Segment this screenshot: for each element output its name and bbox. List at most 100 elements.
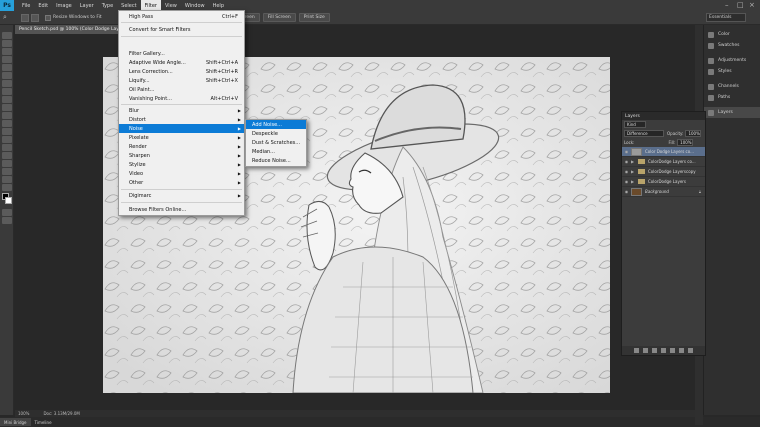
visibility-eye-icon[interactable]: ◉ [622, 149, 631, 154]
visibility-eye-icon[interactable]: ◉ [622, 159, 631, 164]
menu-file[interactable]: File [18, 0, 34, 11]
move-tool-icon[interactable] [2, 32, 12, 39]
expand-arrow-icon[interactable]: ▶ [631, 169, 638, 174]
menu-image[interactable]: Image [52, 0, 76, 11]
eyedropper-tool-icon[interactable] [2, 72, 12, 79]
adjustment-layer-icon[interactable] [661, 348, 666, 353]
menu-item-sharpen[interactable]: Sharpen ▶ [119, 151, 244, 160]
menu-item-browse-filters-online[interactable]: Browse Filters Online... [119, 205, 244, 214]
panel-adjustments[interactable]: Adjustments [704, 55, 760, 66]
kind-filter-select[interactable]: Kind [624, 121, 646, 128]
panel-styles[interactable]: Styles [704, 66, 760, 77]
dodge-tool-icon[interactable] [2, 136, 12, 143]
pen-tool-icon[interactable] [2, 144, 12, 151]
document-tab[interactable]: Pencil Sketch.psd @ 100% (Color Dodge La… [15, 25, 125, 34]
blur-tool-icon[interactable] [2, 128, 12, 135]
menu-item-convert-smart-filters[interactable]: Convert for Smart Filters [119, 25, 244, 34]
panel-channels[interactable]: Channels [704, 81, 760, 92]
layer-group-row[interactable]: ◉ ▶ ColorDodge Layerscopy [622, 167, 705, 177]
panel-paths[interactable]: Paths [704, 92, 760, 103]
zoom-out-icon[interactable] [31, 13, 39, 22]
quick-select-tool-icon[interactable] [2, 56, 12, 63]
menu-item-oil-paint[interactable]: Oil Paint... [119, 85, 244, 94]
marquee-tool-icon[interactable] [2, 40, 12, 47]
menu-item-add-noise[interactable]: Add Noise... [246, 120, 306, 129]
zoom-tool-icon[interactable] [2, 184, 12, 191]
menu-item-adaptive-wide-angle[interactable]: Adaptive Wide Angle... Shift+Ctrl+A [119, 58, 244, 67]
hand-tool-icon[interactable] [2, 176, 12, 183]
fill-screen-button[interactable]: Fill Screen [262, 13, 296, 22]
layer-style-icon[interactable] [643, 348, 648, 353]
link-layers-icon[interactable] [634, 348, 639, 353]
crop-tool-icon[interactable] [2, 64, 12, 71]
tab-mini-bridge[interactable]: Mini Bridge [0, 418, 31, 426]
visibility-eye-icon[interactable]: ◉ [622, 189, 631, 194]
menu-item-video[interactable]: Video ▶ [119, 169, 244, 178]
minimize-icon[interactable]: – [725, 1, 729, 9]
menu-edit[interactable]: Edit [34, 0, 52, 11]
brush-tool-icon[interactable] [2, 88, 12, 95]
channels-icon [708, 83, 714, 90]
menu-item-filter-gallery[interactable]: Filter Gallery... [119, 49, 244, 58]
panel-layers[interactable]: Layers [704, 107, 760, 118]
delete-layer-icon[interactable] [688, 348, 693, 353]
layer-group-row[interactable]: ◉ ▶ ColorDodge Layers [622, 177, 705, 187]
history-brush-tool-icon[interactable] [2, 104, 12, 111]
layer-group-row[interactable]: ◉ ▶ ColorDodge Layers co... [622, 157, 705, 167]
new-layer-icon[interactable] [679, 348, 684, 353]
close-icon[interactable]: × [749, 1, 755, 9]
screen-mode-icon[interactable] [2, 217, 12, 224]
menu-item-stylize[interactable]: Stylize ▶ [119, 160, 244, 169]
menu-item-despeckle[interactable]: Despeckle [246, 129, 306, 138]
expand-arrow-icon[interactable]: ▶ [631, 179, 638, 184]
menu-item-render[interactable]: Render ▶ [119, 142, 244, 151]
lock-label: Lock: [624, 140, 635, 145]
add-mask-icon[interactable] [652, 348, 657, 353]
panel-color[interactable]: Color [704, 29, 760, 40]
tab-timeline[interactable]: Timeline [31, 418, 56, 426]
color-swatches[interactable] [2, 193, 12, 207]
menu-item-liquify[interactable]: Liquify... Shift+Ctrl+X [119, 76, 244, 85]
visibility-eye-icon[interactable]: ◉ [622, 169, 631, 174]
lasso-tool-icon[interactable] [2, 48, 12, 55]
layer-row[interactable]: ◉ Color Dodge Layers co... [622, 147, 705, 157]
new-group-icon[interactable] [670, 348, 675, 353]
maximize-icon[interactable]: □ [737, 1, 744, 9]
menu-item-median[interactable]: Median... [246, 147, 306, 156]
fill-input[interactable]: 100% [677, 139, 694, 146]
path-select-tool-icon[interactable] [2, 160, 12, 167]
eraser-tool-icon[interactable] [2, 112, 12, 119]
type-tool-icon[interactable] [2, 152, 12, 159]
menu-item-label: Pixelate [129, 134, 149, 141]
menu-item-high-pass[interactable]: High Pass Ctrl+F [119, 12, 244, 21]
healing-tool-icon[interactable] [2, 80, 12, 87]
menu-item-lens-correction[interactable]: Lens Correction... Shift+Ctrl+R [119, 67, 244, 76]
stamp-tool-icon[interactable] [2, 96, 12, 103]
menu-item-noise[interactable]: Noise ▶ [119, 124, 244, 133]
layer-row[interactable]: ◉ Background 🔒︎ [622, 187, 705, 197]
expand-arrow-icon[interactable]: ▶ [631, 159, 638, 164]
menu-item-vanishing-point[interactable]: Vanishing Point... Alt+Ctrl+V [119, 94, 244, 103]
gradient-tool-icon[interactable] [2, 120, 12, 127]
blend-mode-select[interactable]: Difference [624, 130, 664, 137]
panel-swatches[interactable]: Swatches [704, 40, 760, 51]
print-size-button[interactable]: Print Size [298, 13, 330, 22]
menu-item-digimarc[interactable]: Digimarc ▶ [119, 191, 244, 200]
visibility-eye-icon[interactable]: ◉ [622, 179, 631, 184]
workspace-select[interactable]: Essentials [706, 13, 746, 22]
menu-item-blur[interactable]: Blur ▶ [119, 106, 244, 115]
zoom-level[interactable]: 100% [18, 411, 29, 416]
quick-mask-icon[interactable] [2, 209, 12, 216]
shape-tool-icon[interactable] [2, 168, 12, 175]
zoom-in-icon[interactable] [21, 13, 29, 22]
menu-layer[interactable]: Layer [76, 0, 98, 11]
menu-item-dust-scratches[interactable]: Dust & Scratches... [246, 138, 306, 147]
menu-item-pixelate[interactable]: Pixelate ▶ [119, 133, 244, 142]
menu-item-other[interactable]: Other ▶ [119, 178, 244, 187]
resize-windows-checkbox[interactable] [45, 14, 51, 21]
menu-item-distort[interactable]: Distort ▶ [119, 115, 244, 124]
menu-item-reduce-noise[interactable]: Reduce Noise... [246, 156, 306, 165]
opacity-input[interactable]: 100% [685, 130, 702, 137]
background-color[interactable] [5, 197, 12, 204]
menu-type[interactable]: Type [98, 0, 117, 11]
